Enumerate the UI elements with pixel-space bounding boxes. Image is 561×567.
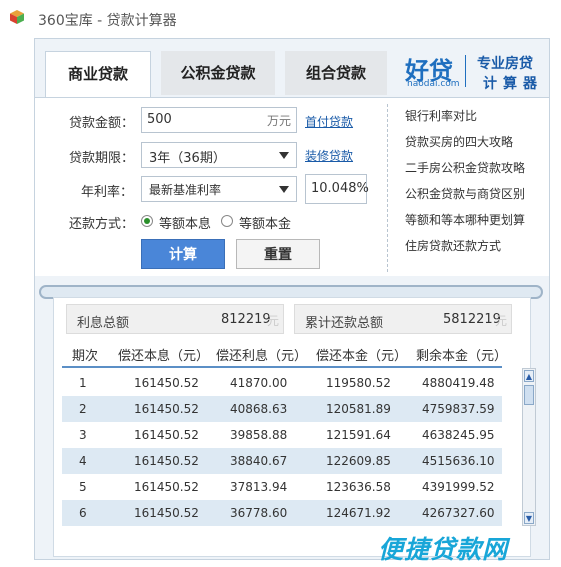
side-link-bank-rate-compare[interactable]: 银行利率对比 [405,107,477,124]
table-row: 4 161450.52 38840.67 122609.85 4515636.1… [62,448,502,474]
cell-interest: 41870.00 [230,376,288,390]
table-row: 6 161450.52 36778.60 124671.92 4267327.6… [62,500,502,526]
term-value: 3年（36期） [149,151,226,166]
table-scrollbar[interactable]: ▲ ▼ [522,368,536,526]
window-title: 360宝库 - 贷款计算器 [38,13,177,29]
rate-label: 年利率： [81,185,134,200]
method-label: 还款方式： [69,217,135,232]
side-link-fund-vs-commercial[interactable]: 公积金贷款与商贷区别 [405,185,525,202]
logo-divider [465,55,466,87]
rate-percent-value: 10.048% [311,181,369,196]
repayment-total-value: 5812219 [443,312,501,327]
cell-payment: 161450.52 [134,402,199,416]
cell-principal: 121591.64 [326,428,391,442]
title-bar: 360宝库 - 贷款计算器 [0,0,561,36]
interest-total-label: 利息总额 [77,316,130,331]
cell-principal: 122609.85 [326,454,391,468]
tab-commercial-loan[interactable]: 商业贷款 [45,51,151,99]
reset-button[interactable]: 重置 [236,239,320,269]
cell-remaining: 4515636.10 [422,454,495,468]
rate-percent-input[interactable]: 10.048% [305,174,369,204]
cell-remaining: 4880419.48 [422,376,495,390]
logo-domain: haodai.com [407,79,460,89]
table-row: 3 161450.52 39858.88 121591.64 4638245.9… [62,422,502,448]
cell-interest: 39858.88 [230,428,288,442]
method-equal-principal-radio[interactable] [221,215,233,227]
cell-period: 4 [79,454,87,468]
amount-label: 贷款金额： [69,116,135,131]
interest-total-unit: 元 [267,314,280,328]
tab-provident-fund-loan[interactable]: 公积金贷款 [161,51,275,95]
haodai-logo: 好贷 haodai.com 专业房贷 计算器 [405,51,545,92]
side-link-home-loan-guide[interactable]: 贷款买房的四大攻略 [405,133,513,150]
cell-payment: 161450.52 [134,454,199,468]
col-header-interest: 偿还利息（元） [216,349,308,364]
cell-period: 1 [79,376,87,390]
scroll-up-arrow-icon[interactable]: ▲ [524,370,534,382]
col-header-principal: 偿还本金（元） [316,349,408,364]
cell-principal: 123636.58 [326,480,391,494]
rate-value: 最新基准利率 [149,183,222,197]
cell-principal: 120581.89 [326,402,391,416]
cell-payment: 161450.52 [134,506,199,520]
repayment-total-unit: 元 [495,314,508,328]
app-cube-icon [10,10,24,24]
amount-value: 500 [147,112,172,127]
scroll-thumb[interactable] [524,385,534,405]
cell-period: 6 [79,506,87,520]
logo-tagline-1: 专业房贷 [477,56,533,72]
method-equal-installment-radio[interactable] [141,215,153,227]
cell-principal: 124671.92 [326,506,391,520]
scroll-down-arrow-icon[interactable]: ▼ [524,512,534,524]
results-panel: 利息总额 812219 元 累计还款总额 5812219 元 期次 偿还本息（元… [53,297,536,557]
cell-payment: 161450.52 [134,376,199,390]
table-row: 5 161450.52 37813.94 123636.58 4391999.5… [62,474,502,500]
calculate-button[interactable]: 计算 [141,239,225,269]
term-label: 贷款期限： [69,151,135,166]
logo-tagline-2: 计算器 [483,76,543,92]
tab-combined-loan[interactable]: 组合贷款 [285,51,387,95]
cell-remaining: 4267327.60 [422,506,495,520]
interest-rate-select[interactable]: 最新基准利率 [141,176,297,202]
cell-remaining: 4391999.52 [422,480,495,494]
amount-unit: 万元 [266,114,291,128]
side-link-second-hand-fund-guide[interactable]: 二手房公积金贷款攻略 [405,159,525,176]
cell-principal: 119580.52 [326,376,391,390]
side-link-equal-vs-principal[interactable]: 等额和等本哪种更划算 [405,211,525,228]
cell-interest: 37813.94 [230,480,288,494]
cell-remaining: 4759837.59 [422,402,495,416]
cell-period: 5 [79,480,87,494]
col-header-period: 期次 [72,349,99,364]
table-row: 1 161450.52 41870.00 119580.52 4880419.4… [62,370,502,396]
vertical-divider [387,104,388,272]
loan-amount-input[interactable]: 500 万元 [141,107,297,133]
col-header-remaining: 剩余本金（元） [416,349,508,364]
interest-total-box: 利息总额 812219 元 [66,304,284,334]
cell-interest: 40868.63 [230,402,288,416]
calculator-panel: 商业贷款 公积金贷款 组合贷款 好贷 haodai.com 专业房贷 计算器 贷… [34,38,550,560]
interest-total-value: 812219 [221,312,271,327]
method-equal-installment-label: 等额本息 [159,217,212,232]
cell-remaining: 4638245.95 [422,428,495,442]
loan-term-select[interactable]: 3年（36期） [141,142,297,168]
chevron-down-icon [279,186,289,193]
watermark: 便捷贷款网 [378,535,509,564]
header-underline [62,366,502,368]
chevron-down-icon [279,152,289,159]
col-header-payment: 偿还本息（元） [118,349,210,364]
loan-form: 贷款金额： 500 万元 首付贷款 贷款期限： 3年（36期） 装修贷款 年利率… [35,97,549,276]
cell-period: 2 [79,402,87,416]
down-payment-loan-link[interactable]: 首付贷款 [305,113,353,130]
method-equal-principal-label: 等额本金 [239,217,292,232]
repayment-total-label: 累计还款总额 [305,316,384,331]
cell-interest: 38840.67 [230,454,288,468]
table-row: 2 161450.52 40868.63 120581.89 4759837.5… [62,396,502,422]
renovation-loan-link[interactable]: 装修贷款 [305,147,353,164]
cell-payment: 161450.52 [134,428,199,442]
cell-interest: 36778.60 [230,506,288,520]
cell-period: 3 [79,428,87,442]
cell-payment: 161450.52 [134,480,199,494]
side-link-repayment-methods[interactable]: 住房贷款还款方式 [405,237,501,254]
repayment-total-box: 累计还款总额 5812219 元 [294,304,512,334]
